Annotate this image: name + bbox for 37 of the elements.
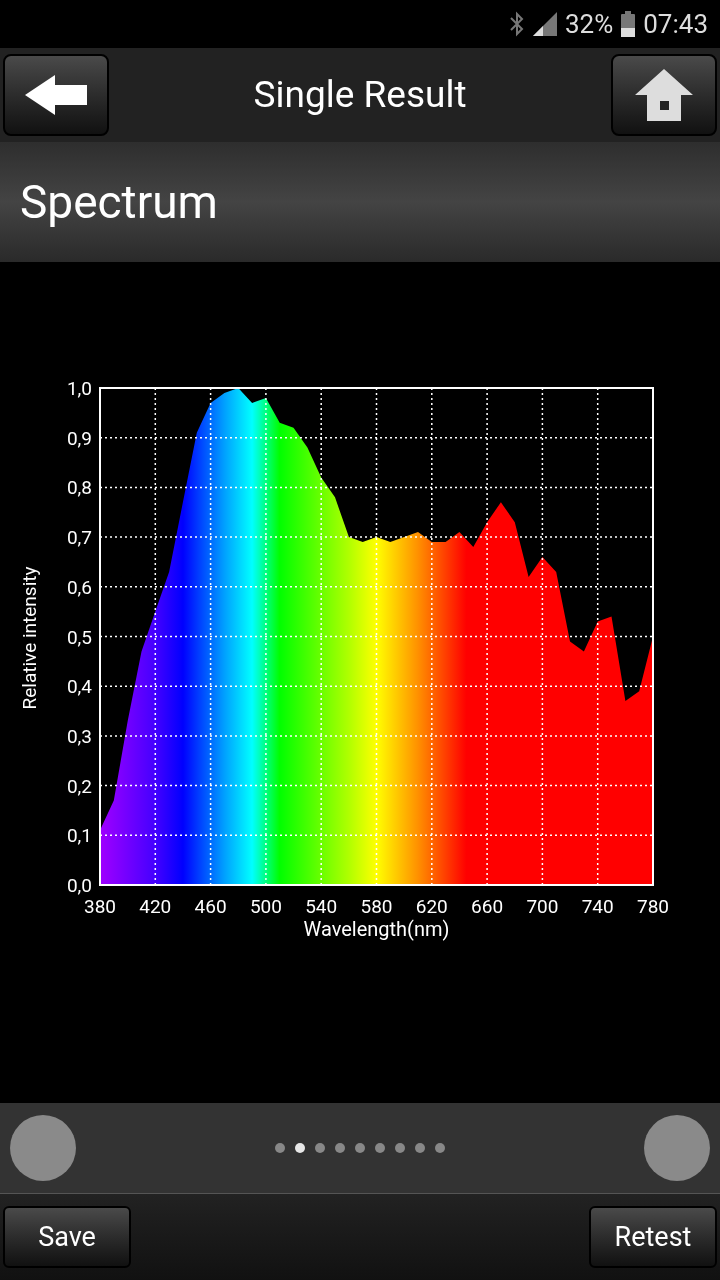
axis-tick-label: 1,0 bbox=[66, 377, 92, 400]
screen-title: Single Result bbox=[253, 72, 467, 119]
axis-tick-label: 380 bbox=[84, 895, 116, 918]
axis-tick-label: 0,9 bbox=[66, 426, 92, 450]
axis-tick-label: 700 bbox=[526, 895, 559, 918]
home-icon bbox=[635, 69, 693, 121]
save-button[interactable]: Save bbox=[3, 1206, 131, 1268]
x-axis-title: Wavelength(nm) bbox=[303, 917, 450, 941]
battery-icon bbox=[621, 11, 636, 37]
axis-tick-label: 780 bbox=[637, 895, 669, 918]
bluetooth-icon bbox=[508, 11, 525, 37]
axis-tick-label: 460 bbox=[194, 895, 227, 918]
section-title: Spectrum bbox=[20, 173, 218, 231]
axis-tick-label: 0,3 bbox=[66, 724, 92, 748]
y-axis-title: Relative intensity bbox=[18, 566, 41, 710]
axis-tick-label: 0,2 bbox=[66, 774, 92, 798]
axis-tick-label: 0,0 bbox=[66, 874, 92, 897]
signal-icon bbox=[532, 12, 557, 36]
axis-tick-label: 580 bbox=[360, 895, 393, 918]
axis-tick-label: 0,6 bbox=[66, 575, 92, 599]
axis-tick-label: 0,1 bbox=[66, 824, 92, 848]
retest-button[interactable]: Retest bbox=[589, 1206, 717, 1268]
arrow-left-icon bbox=[25, 75, 87, 115]
axis-tick-label: 0,8 bbox=[66, 476, 92, 500]
axis-tick-label: 620 bbox=[415, 895, 448, 918]
battery-percent: 32% bbox=[564, 11, 614, 37]
axis-tick-label: 0,7 bbox=[66, 526, 92, 550]
axis-tick-label: 0,5 bbox=[66, 625, 92, 649]
axis-tick-label: 0,4 bbox=[66, 675, 92, 699]
axis-tick-label: 420 bbox=[139, 895, 172, 918]
axis-tick-label: 660 bbox=[471, 895, 504, 918]
axis-tick-label: 740 bbox=[581, 895, 614, 918]
axis-tick-label: 540 bbox=[305, 895, 338, 918]
axis-tick-label: 500 bbox=[249, 895, 282, 918]
home-button[interactable] bbox=[611, 54, 717, 136]
back-button[interactable] bbox=[3, 54, 109, 136]
clock: 07:43 bbox=[643, 11, 708, 37]
